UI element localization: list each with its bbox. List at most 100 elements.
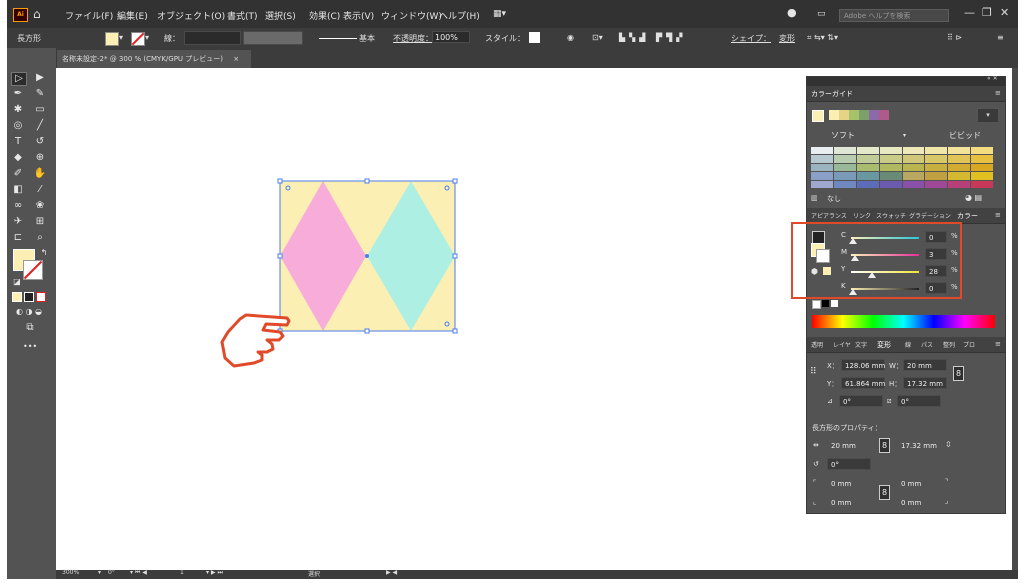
- color-spectrum[interactable]: [812, 315, 995, 328]
- rect-height-input[interactable]: 17.32 mm: [897, 439, 941, 451]
- pin-tool-icon[interactable]: ✈: [11, 216, 25, 228]
- chevron-down-icon[interactable]: ▾: [98, 569, 101, 576]
- swatch-library-icon[interactable]: ▥: [811, 194, 818, 202]
- color-guide-cell[interactable]: [902, 163, 925, 172]
- rotate-tool-icon[interactable]: ↺: [33, 136, 47, 148]
- h-input[interactable]: 17.32 mm: [903, 377, 947, 389]
- document-tab[interactable]: 名称未設定-2* @ 300 % (CMYK/GPU プレビュー) ×: [56, 50, 251, 68]
- opacity-input[interactable]: 100%: [432, 31, 470, 43]
- workspace-switcher-icon[interactable]: ▦▾: [493, 9, 506, 19]
- edit-colors-icon[interactable]: ◕ ▤: [965, 193, 982, 202]
- pencil-tool-icon[interactable]: ✐: [11, 168, 25, 180]
- color-guide-cell[interactable]: [948, 163, 971, 172]
- collapse-panels-icon[interactable]: « ✕: [987, 75, 998, 82]
- fill-swatch[interactable]: [105, 32, 119, 46]
- w-input[interactable]: 20 mm: [903, 359, 947, 371]
- color-guide-cell[interactable]: [971, 163, 993, 172]
- opacity-label[interactable]: 不透明度：: [393, 33, 433, 44]
- slice-tool-icon[interactable]: ⊏: [11, 232, 25, 244]
- harmony-color-swatch[interactable]: [839, 110, 849, 120]
- harmony-color-swatch[interactable]: [879, 110, 889, 120]
- none-swatch[interactable]: [812, 300, 821, 309]
- color-guide-cell[interactable]: [811, 147, 833, 155]
- home-icon[interactable]: ⌂: [33, 7, 41, 21]
- gradient-tool-icon[interactable]: ◧: [11, 184, 25, 196]
- tab-appearance[interactable]: アピアランス: [811, 211, 847, 220]
- align-to-icon[interactable]: ⊡▾: [592, 33, 603, 42]
- gradient-mode-icon[interactable]: [24, 292, 34, 302]
- menu-type[interactable]: 書式(T): [227, 9, 258, 22]
- rotation-value[interactable]: 0°: [108, 569, 115, 576]
- shape-label[interactable]: シェイプ：: [731, 33, 771, 44]
- status-arrows-icon[interactable]: ▶ ◀: [386, 569, 397, 576]
- color-guide-cell[interactable]: [879, 147, 902, 155]
- color-guide-cell[interactable]: [833, 180, 856, 188]
- link-dimensions-icon[interactable]: 8: [879, 438, 890, 453]
- tab-character[interactable]: 文字: [855, 340, 867, 349]
- color-guide-cell[interactable]: [856, 163, 879, 172]
- screen-mode-icon[interactable]: ⧉: [23, 322, 37, 334]
- blend-tool-icon[interactable]: ∞: [11, 200, 25, 212]
- chevron-down-icon[interactable]: ▾: [903, 132, 906, 139]
- harmony-color-swatch[interactable]: [859, 110, 869, 120]
- recolor-icon[interactable]: ◉: [567, 33, 574, 42]
- color-guide-cell[interactable]: [948, 172, 971, 180]
- panel-menu-icon[interactable]: ≡: [995, 340, 1001, 348]
- stroke-swatch[interactable]: [131, 32, 145, 46]
- corner-tr-input[interactable]: 0 mm: [897, 477, 941, 489]
- selection-tool-icon[interactable]: ▷: [11, 72, 27, 86]
- color-guide-cell[interactable]: [902, 147, 925, 155]
- user-icon[interactable]: ●: [787, 6, 797, 19]
- color-guide-cell[interactable]: [902, 172, 925, 180]
- black-swatch[interactable]: [822, 300, 829, 307]
- default-colors-icon[interactable]: ◪: [10, 276, 24, 288]
- color-guide-tab[interactable]: カラーガイド: [811, 89, 853, 99]
- color-guide-cell[interactable]: [856, 147, 879, 155]
- type-tool-icon[interactable]: T: [11, 136, 25, 148]
- color-guide-cell[interactable]: [971, 155, 993, 163]
- color-guide-cell[interactable]: [971, 172, 993, 180]
- color-guide-cell[interactable]: [925, 163, 948, 172]
- link-corners-icon[interactable]: 8: [879, 485, 890, 500]
- harmony-rules-select[interactable]: ▾: [977, 108, 999, 123]
- stroke-style-label[interactable]: 基本: [359, 33, 375, 44]
- angle-input[interactable]: 0°: [839, 395, 883, 407]
- tab-swatches[interactable]: スウォッチ: [876, 211, 906, 220]
- menu-effect[interactable]: 効果(C): [309, 9, 340, 22]
- shape-builder-tool-icon[interactable]: ⊕: [33, 152, 47, 164]
- close-window-icon[interactable]: ✕: [1000, 6, 1009, 19]
- color-guide-cell[interactable]: [856, 172, 879, 180]
- white-swatch[interactable]: [831, 300, 838, 307]
- panel-menu-icon[interactable]: ≡: [995, 211, 1001, 219]
- color-guide-cell[interactable]: [948, 147, 971, 155]
- tab-properties[interactable]: プロ: [963, 340, 975, 349]
- symbol-sprayer-tool-icon[interactable]: ❀: [33, 200, 47, 212]
- harmony-color-swatch[interactable]: [869, 110, 879, 120]
- harmony-color-swatch[interactable]: [849, 110, 859, 120]
- magic-wand-tool-icon[interactable]: ✱: [11, 104, 25, 116]
- panel-menu-icon[interactable]: ≡: [995, 89, 1001, 97]
- stroke-weight-input[interactable]: [184, 31, 241, 45]
- corner-tl-input[interactable]: 0 mm: [827, 477, 871, 489]
- menu-select[interactable]: 選択(S): [265, 9, 296, 22]
- harmony-colors-strip[interactable]: [829, 110, 889, 120]
- color-guide-cell[interactable]: [902, 155, 925, 163]
- arrange-docs-icon[interactable]: ▭: [817, 9, 826, 19]
- color-guide-cell[interactable]: [856, 155, 879, 163]
- color-mode-icon[interactable]: [12, 292, 22, 302]
- color-guide-cell[interactable]: [948, 180, 971, 188]
- tab-layers[interactable]: レイヤ: [833, 340, 851, 349]
- vertical-scrollbar[interactable]: [1012, 68, 1018, 570]
- rectangle-tool-icon[interactable]: ▭: [33, 104, 47, 116]
- draw-mode-icons[interactable]: ◐ ◑ ◒: [11, 306, 47, 318]
- y-input[interactable]: 61.864 mm: [841, 377, 885, 389]
- color-guide-cell[interactable]: [833, 163, 856, 172]
- menu-edit[interactable]: 編集(E): [117, 9, 148, 22]
- paintbrush-tool-icon[interactable]: ╱: [33, 120, 47, 132]
- color-guide-cell[interactable]: [879, 155, 902, 163]
- color-guide-cell[interactable]: [925, 172, 948, 180]
- variable-width-select[interactable]: [243, 31, 303, 45]
- corner-bl-input[interactable]: 0 mm: [827, 496, 871, 508]
- color-guide-cell[interactable]: [833, 172, 856, 180]
- help-search-input[interactable]: Adobe ヘルプを検索: [839, 9, 949, 22]
